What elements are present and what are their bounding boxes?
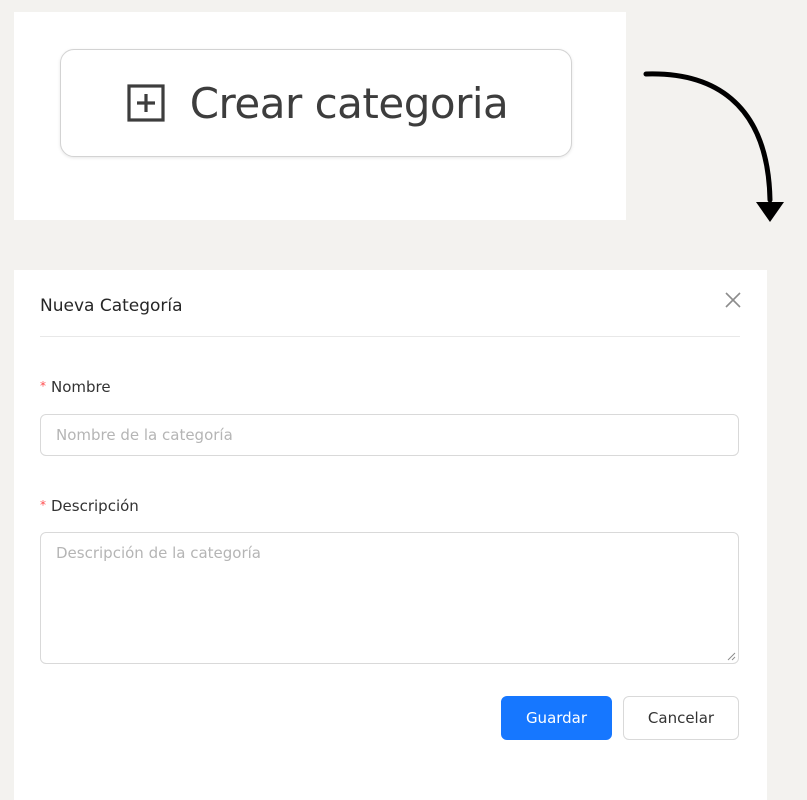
modal-divider xyxy=(40,336,740,337)
description-textarea[interactable] xyxy=(40,532,739,664)
name-label: * Nombre xyxy=(40,378,111,396)
description-label: * Descripción xyxy=(40,497,139,515)
required-mark: * xyxy=(40,379,46,393)
plus-square-icon xyxy=(127,84,165,122)
modal-title: Nueva Categoría xyxy=(40,296,183,316)
close-icon[interactable] xyxy=(722,289,744,311)
description-label-text: Descripción xyxy=(51,497,139,515)
save-button[interactable]: Guardar xyxy=(501,696,612,740)
name-label-text: Nombre xyxy=(51,378,111,396)
curved-arrow-icon xyxy=(643,71,784,222)
name-input[interactable] xyxy=(40,414,739,456)
new-category-modal: Nueva Categoría * Nombre * Descripción Gua… xyxy=(14,270,767,800)
create-category-button[interactable]: Crear categoria xyxy=(60,49,572,157)
cancel-button[interactable]: Cancelar xyxy=(623,696,739,740)
top-panel: Crear categoria xyxy=(14,12,626,220)
required-mark: * xyxy=(40,498,46,512)
resize-handle-icon[interactable] xyxy=(726,651,736,661)
create-category-label: Crear categoria xyxy=(189,78,509,128)
